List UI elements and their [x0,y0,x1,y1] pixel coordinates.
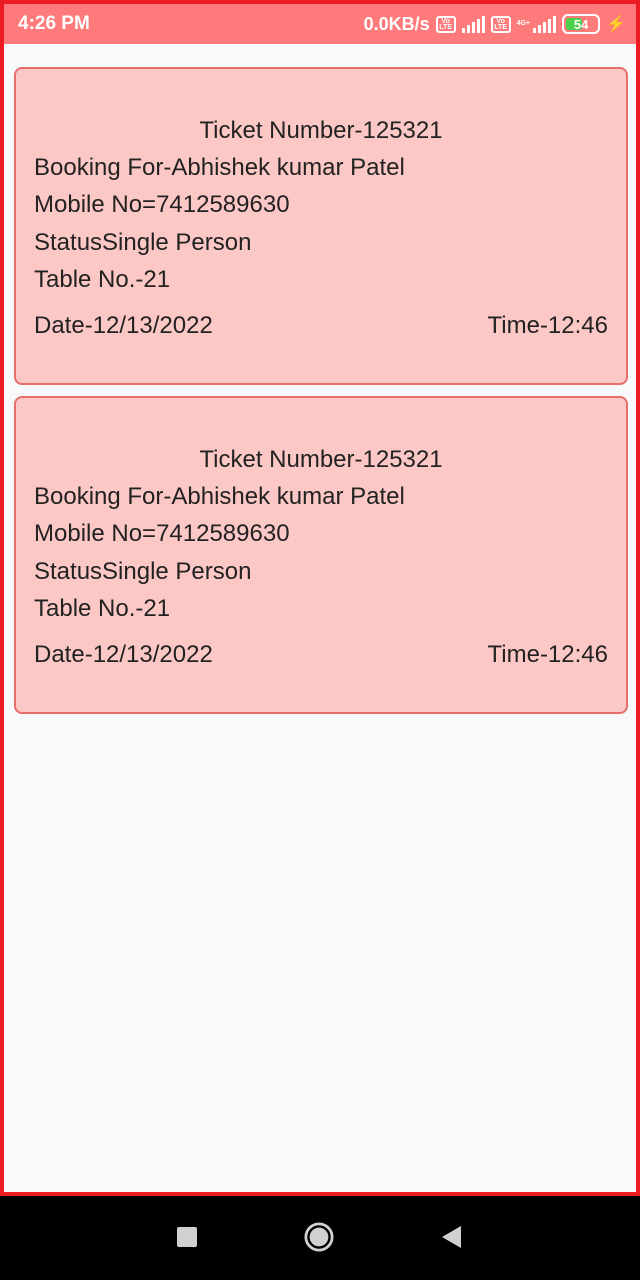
network-speed: 0.0KB/s [363,13,430,34]
booking-date: Date-12/13/2022 [34,312,213,339]
charging-icon: ⚡ [606,16,626,33]
navigation-bar [0,1196,640,1280]
booking-date: Date-12/13/2022 [34,641,213,668]
volte-icon-2: Vo LTE [490,15,511,33]
battery-level: 54 [573,16,589,32]
status-time: 4:26 PM [18,13,90,34]
signal-icon [461,15,485,33]
booking-time: Time-12:46 [487,312,609,339]
booking-status: StatusSingle Person [34,229,252,256]
table-number: Table No.-21 [34,266,171,293]
ticket-number: Ticket Number-125321 [199,117,443,144]
booking-for: Booking For-Abhishek kumar Patel [34,483,405,510]
triangle-back-icon [442,1226,461,1248]
ticket-number: Ticket Number-125321 [199,446,443,473]
network-type: 4G+ [516,19,531,27]
volte-icon: Vo LTE [435,15,456,33]
ticket-card[interactable]: Ticket Number-125321 Booking For-Abhishe… [14,396,628,714]
square-icon [177,1227,197,1247]
table-number: Table No.-21 [34,595,171,622]
booking-status: StatusSingle Person [34,558,252,585]
circle-icon [304,1222,334,1252]
battery-icon: 54 [562,14,601,34]
status-indicators: 0.0KB/s Vo LTE Vo LTE 4G+ 54 ⚡ [364,14,626,35]
booking-time: Time-12:46 [487,641,609,668]
home-button[interactable] [304,1222,334,1252]
booking-for: Booking For-Abhishek kumar Patel [34,154,405,181]
mobile-number: Mobile No=7412589630 [34,191,290,218]
back-button[interactable] [436,1222,466,1252]
mobile-number: Mobile No=7412589630 [34,520,290,547]
app-frame: 4:26 PM 0.0KB/s Vo LTE Vo LTE 4G+ 54 ⚡ Tic… [0,0,640,1196]
recents-button[interactable] [172,1222,202,1252]
signal-icon-2 [533,15,557,33]
status-bar: 4:26 PM 0.0KB/s Vo LTE Vo LTE 4G+ 54 ⚡ [4,4,636,44]
ticket-card[interactable]: Ticket Number-125321 Booking For-Abhishe… [14,67,628,385]
